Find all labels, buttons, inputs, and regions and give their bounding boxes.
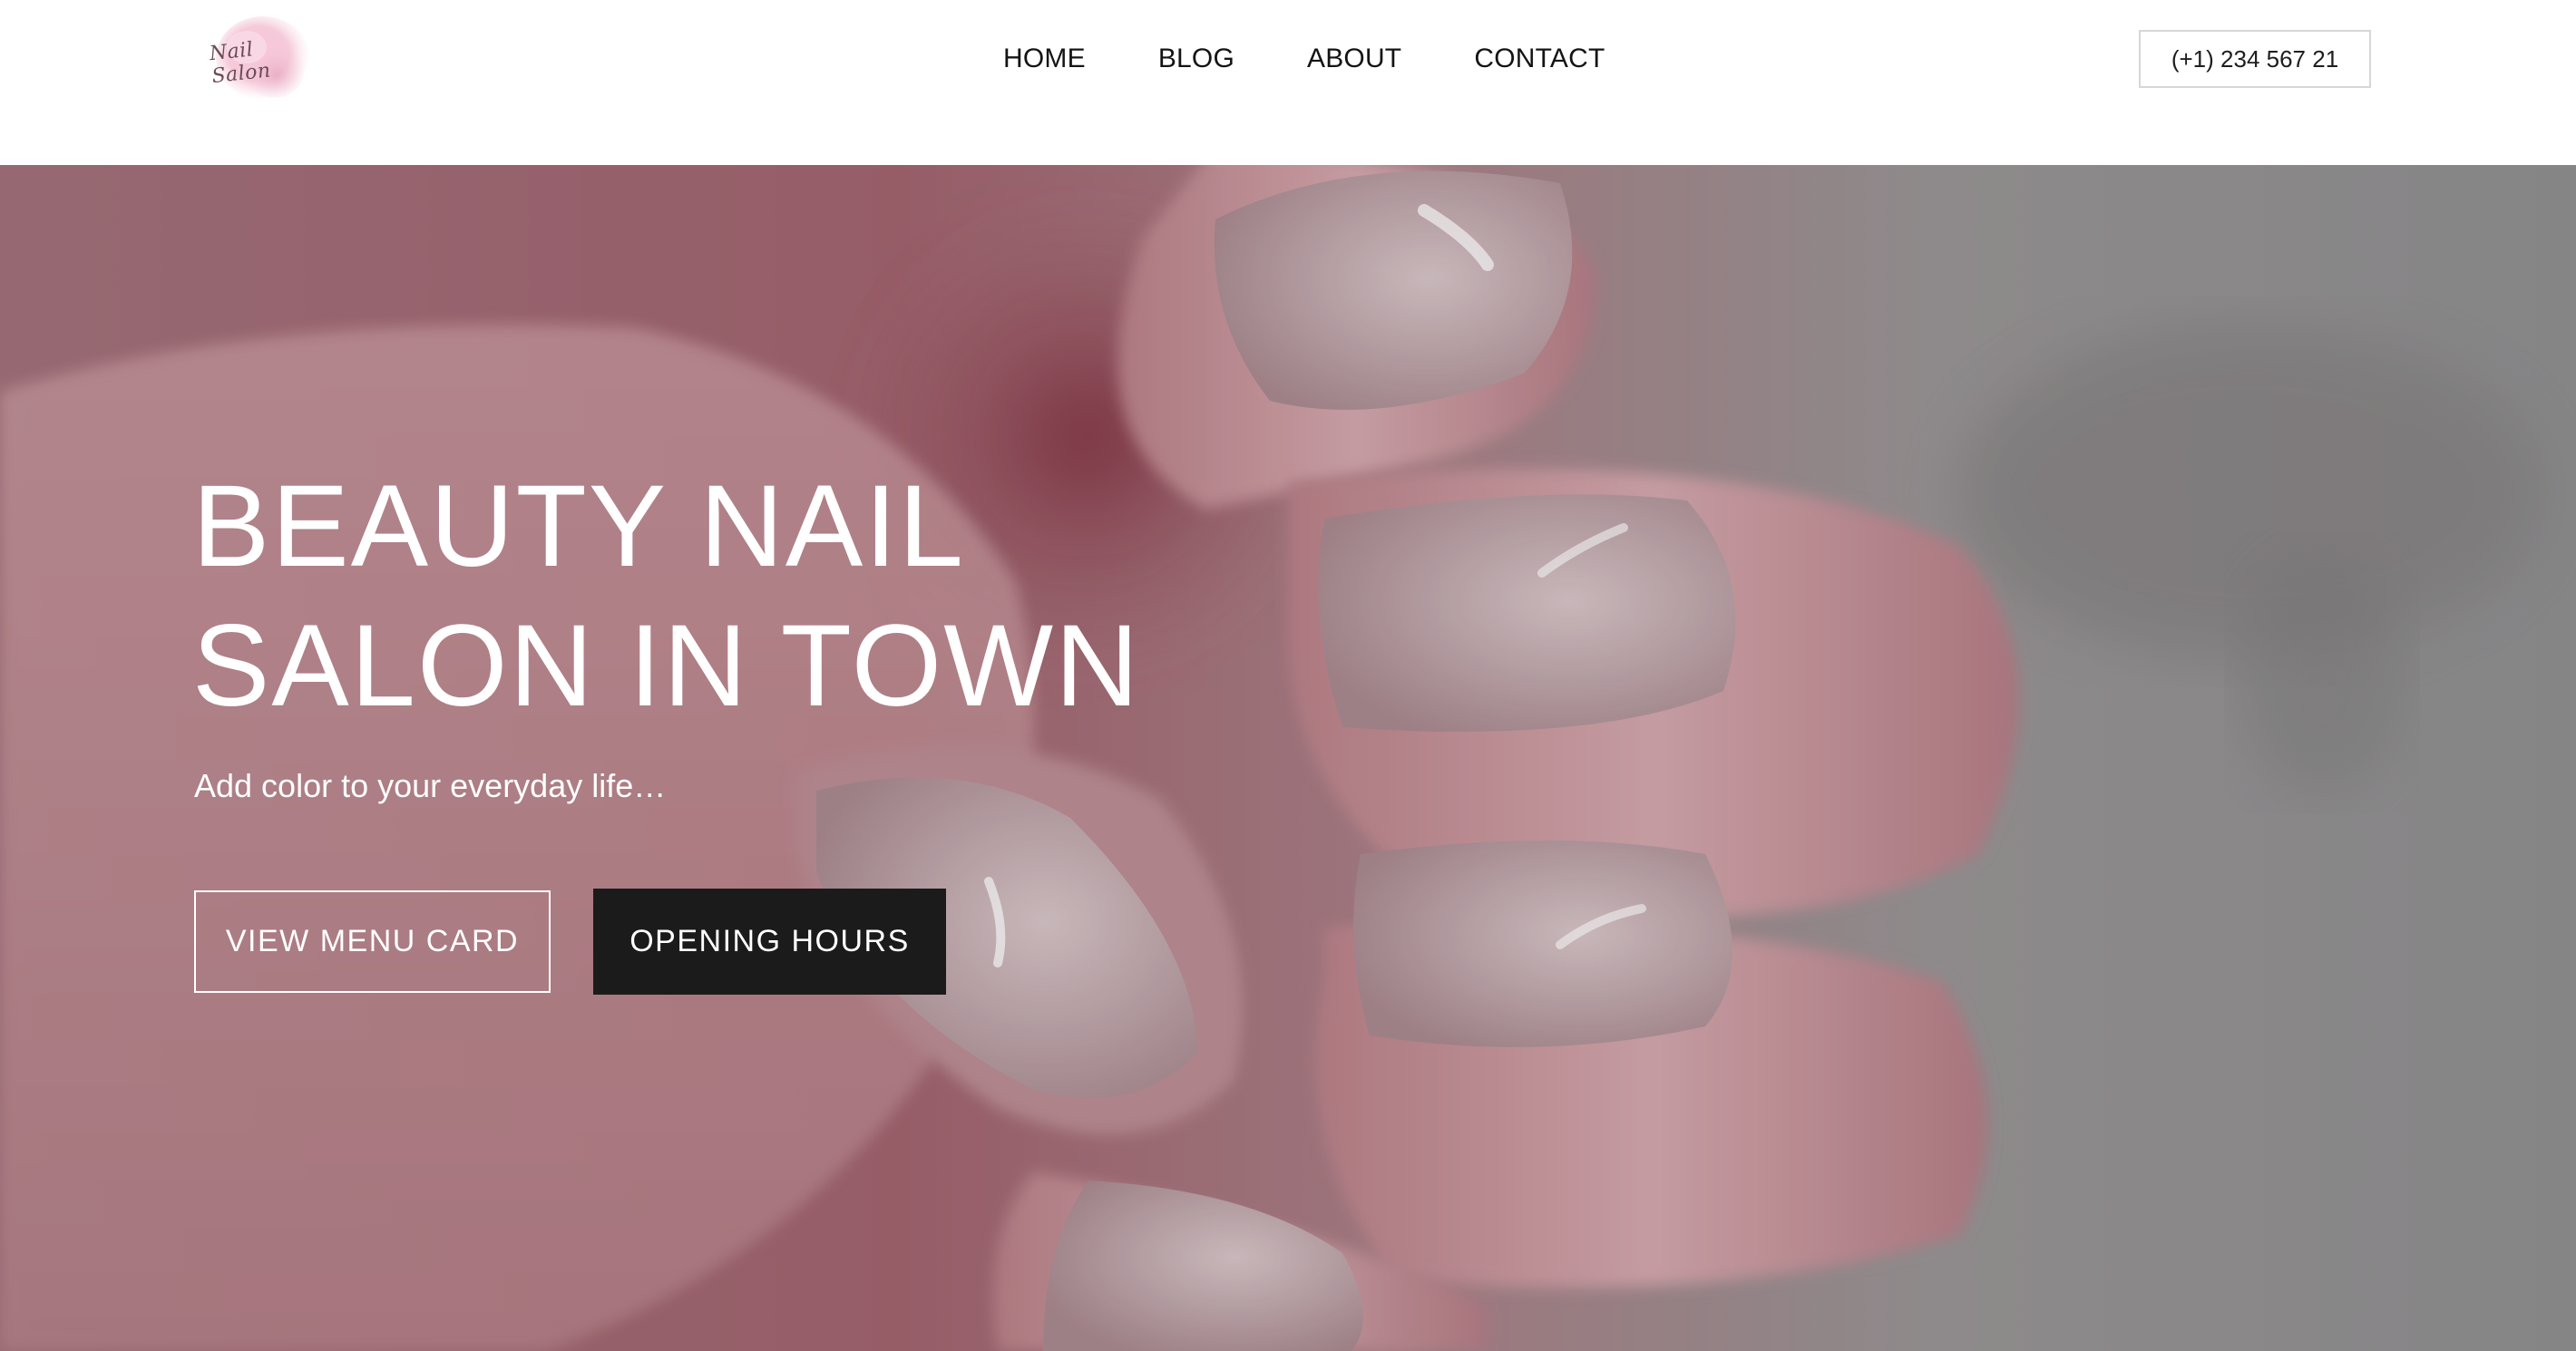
nav-link-home[interactable]: HOME [1003,44,1086,74]
logo-text: Nail Salon [208,38,272,89]
nav-link-contact[interactable]: CONTACT [1474,44,1605,74]
main-nav: HOME BLOG ABOUT CONTACT [1003,36,1605,82]
hero-title: BEAUTY NAIL SALON IN TOWN [192,457,1462,736]
hero-section: BEAUTY NAIL SALON IN TOWN Add color to y… [0,165,2576,1351]
nav-link-blog[interactable]: BLOG [1158,44,1234,74]
view-menu-card-button[interactable]: VIEW MENU CARD [194,890,551,993]
logo[interactable]: Nail Salon [209,13,319,107]
phone-button[interactable]: (+1) 234 567 21 [2139,30,2371,88]
site-header: Nail Salon HOME BLOG ABOUT CONTACT (+1) … [0,0,2576,165]
hero-title-line-1: BEAUTY NAIL [192,462,965,591]
hero-title-line-2: SALON IN TOWN [192,601,1141,731]
nav-link-about[interactable]: ABOUT [1307,44,1401,74]
opening-hours-button[interactable]: OPENING HOURS [593,889,946,995]
hero-background-image [0,165,2576,1351]
hero-tagline: Add color to your everyday life… [194,767,667,804]
